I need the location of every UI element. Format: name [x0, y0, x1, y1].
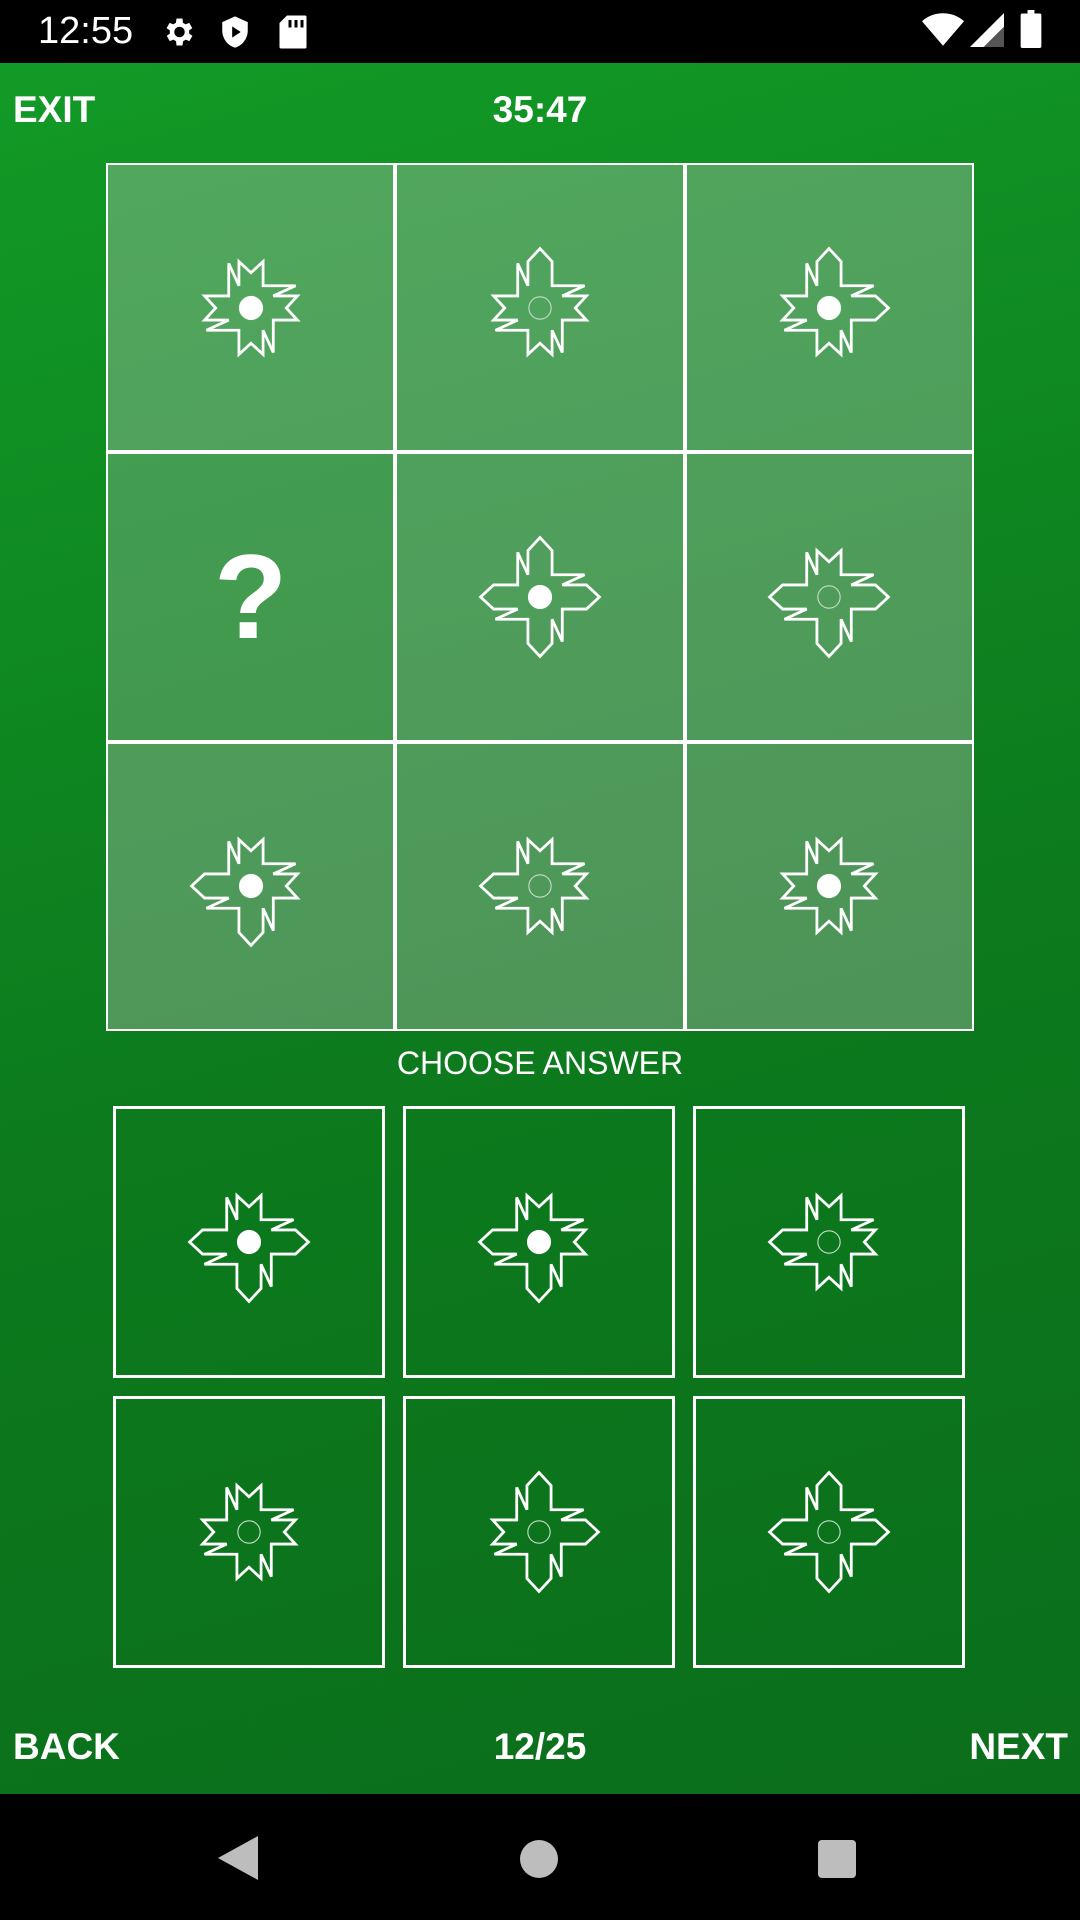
hollow-dot: [817, 1520, 841, 1544]
figure-star-8-point: [779, 836, 879, 936]
figure-outline: [767, 1470, 891, 1594]
filled-dot: [238, 295, 263, 320]
figure-outline: [489, 1470, 601, 1594]
gear-icon: [166, 18, 193, 46]
figure-star-8-point: [199, 1482, 299, 1582]
matrix-cell: [395, 741, 685, 1031]
timer: 35:47: [492, 89, 588, 130]
hollow-dot: [817, 585, 842, 609]
matrix-cell: [395, 163, 685, 453]
figure-star-with-left-bottom-arms: [189, 836, 301, 948]
filled-dot: [527, 584, 553, 610]
hollow-dot: [528, 295, 552, 320]
recents-square-icon[interactable]: [818, 1840, 856, 1878]
answer-option-3[interactable]: [693, 1106, 965, 1378]
figure-outline: [199, 1482, 299, 1582]
matrix-cell: [684, 452, 974, 742]
figure-star-with-left-right-bottom-arms: [187, 1192, 311, 1304]
answer-option-6[interactable]: [693, 1396, 965, 1668]
figure-star-with-left-bottom-arms: [477, 1192, 589, 1304]
game-screen: EXIT 35:47 ? CHOOSE ANSWER BACK 12/25 NE…: [0, 63, 1080, 1794]
home-circle-icon[interactable]: [520, 1840, 558, 1878]
figure-star-with-top-arm: [490, 246, 590, 358]
matrix-cell: [106, 741, 396, 1031]
answer-option-1[interactable]: [113, 1106, 385, 1378]
hollow-dot: [237, 1520, 261, 1544]
wifi-icon: [922, 13, 964, 46]
filled-dot: [817, 295, 842, 320]
answer-option-5[interactable]: [403, 1396, 675, 1668]
back-triangle-icon[interactable]: [218, 1836, 258, 1880]
signal-icon: [970, 13, 1004, 47]
filled-dot: [238, 874, 263, 899]
status-bar: 12:55: [0, 0, 1080, 63]
figure-four-arm-cross: [478, 535, 602, 659]
figure-star-with-top-right-arms: [779, 246, 891, 358]
figure-star-with-top-right-bottom-arms: [489, 1470, 601, 1594]
figure-four-arm-cross: [767, 1470, 891, 1594]
next-button[interactable]: NEXT: [969, 1726, 1068, 1768]
question-mark: ?: [214, 529, 288, 664]
navigation-bar: [0, 1794, 1080, 1920]
shield-icon: [222, 16, 248, 48]
answer-option-4[interactable]: [113, 1396, 385, 1668]
choose-answer-label: CHOOSE ANSWER: [396, 1045, 684, 1081]
figure-star-with-left-arm: [767, 1192, 879, 1292]
figure-outline: [767, 547, 891, 659]
figure-outline: [490, 246, 590, 358]
figure-outline: [478, 836, 590, 936]
back-button[interactable]: BACK: [13, 1726, 120, 1768]
figure-star-8-point: [201, 258, 301, 358]
matrix-cell-missing: ?: [106, 452, 396, 742]
filled-dot: [526, 1229, 552, 1255]
filled-dot: [236, 1229, 262, 1255]
figure-star-with-left-arm: [478, 836, 590, 936]
matrix-cell: [684, 163, 974, 453]
hollow-dot: [528, 874, 552, 899]
figure-star-with-left-right-bottom-arms: [767, 547, 891, 659]
answer-options: [113, 1106, 967, 1672]
progress-counter: 12/25: [493, 1726, 587, 1767]
sd-card-icon: [279, 15, 307, 49]
battery-icon: [1020, 10, 1042, 48]
puzzle-matrix: ?: [106, 163, 974, 1031]
filled-dot: [817, 874, 842, 899]
matrix-cell: [395, 452, 685, 742]
hollow-dot: [527, 1520, 551, 1544]
matrix-cell: [684, 741, 974, 1031]
status-time: 12:55: [38, 10, 134, 52]
matrix-cell: [106, 163, 396, 453]
hollow-dot: [817, 1230, 841, 1254]
answer-option-2[interactable]: [403, 1106, 675, 1378]
figure-outline: [767, 1192, 879, 1292]
